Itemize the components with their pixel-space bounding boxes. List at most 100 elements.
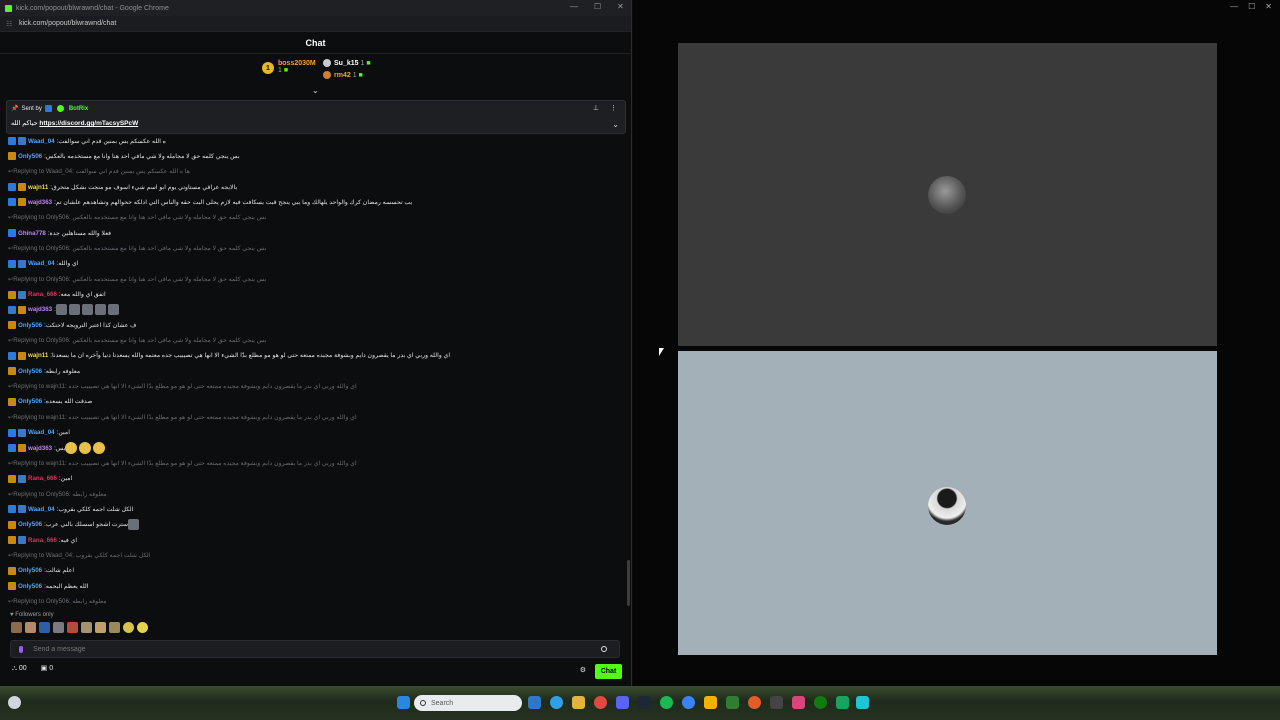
username[interactable]: Only506 bbox=[18, 153, 42, 160]
brave-icon[interactable] bbox=[748, 696, 761, 709]
weather-icon[interactable] bbox=[8, 696, 21, 709]
emote-icon[interactable] bbox=[123, 622, 134, 633]
participant-tile-2[interactable] bbox=[678, 351, 1217, 655]
settings-gear-icon[interactable]: ⚙ bbox=[580, 666, 586, 674]
app-icon[interactable] bbox=[726, 696, 739, 709]
username[interactable]: Only506 bbox=[18, 567, 42, 574]
reply-text: Replying to Only506: معلوفه رابطه bbox=[13, 490, 107, 498]
app-icon[interactable] bbox=[836, 696, 849, 709]
discord-icon[interactable] bbox=[616, 696, 629, 709]
expand-chevron-icon[interactable]: ⌄ bbox=[312, 86, 319, 95]
edge-icon[interactable] bbox=[550, 696, 563, 709]
emote-icon[interactable] bbox=[137, 622, 148, 633]
message-text: الكل شلت اجمه كلكي بقروب bbox=[58, 505, 134, 513]
emote-icon[interactable] bbox=[81, 622, 92, 633]
username[interactable]: Rana_666 bbox=[28, 475, 57, 482]
gift-icon: ■ bbox=[283, 67, 289, 74]
username[interactable]: Ghina778 bbox=[18, 230, 46, 237]
chrome-icon[interactable] bbox=[594, 696, 607, 709]
leader-2[interactable]: Su_k15 1 ■ bbox=[334, 60, 371, 67]
username[interactable]: Waad_04 bbox=[28, 138, 55, 145]
app-icon[interactable] bbox=[704, 696, 717, 709]
crown-badge-icon bbox=[8, 474, 16, 483]
username[interactable]: wajn11 bbox=[28, 352, 48, 359]
close-icon[interactable]: ✕ bbox=[1265, 2, 1272, 11]
username[interactable]: Only506 bbox=[18, 521, 42, 528]
gift-box-icon[interactable]: ▣ bbox=[41, 665, 48, 672]
messenger-icon[interactable] bbox=[682, 696, 695, 709]
username[interactable]: Waad_04 bbox=[28, 429, 55, 436]
chat-scrollbar[interactable] bbox=[627, 560, 630, 606]
subscriber-badge-icon bbox=[18, 428, 26, 437]
windows-start-icon[interactable] bbox=[397, 696, 410, 709]
emote-icon bbox=[128, 519, 140, 531]
username[interactable]: wajn11 bbox=[28, 184, 48, 191]
address-bar[interactable]: ☷ kick.com/popout/blwrawnd/chat bbox=[0, 16, 631, 32]
unpin-icon[interactable]: ⊥ bbox=[593, 104, 599, 112]
username[interactable]: wajd363 bbox=[28, 445, 52, 452]
og-badge-icon bbox=[8, 198, 16, 207]
og-badge-icon bbox=[8, 259, 16, 268]
taskbar-search[interactable]: Search bbox=[414, 695, 522, 711]
og-badge-icon bbox=[8, 428, 16, 437]
emote-icon[interactable] bbox=[53, 622, 64, 633]
maximize-icon[interactable]: ☐ bbox=[1248, 2, 1255, 11]
username[interactable]: Only506 bbox=[18, 398, 42, 405]
send-message-input[interactable] bbox=[33, 645, 593, 653]
participant-tile-1[interactable] bbox=[678, 43, 1217, 346]
points-icon[interactable]: ⛬ bbox=[12, 665, 17, 672]
reply-text: Replying to Only506: بس ينجي كلمه حق لا … bbox=[13, 214, 267, 222]
username[interactable]: wajd363 bbox=[28, 306, 52, 313]
crown-badge-icon bbox=[8, 290, 16, 299]
file-explorer-icon[interactable] bbox=[572, 696, 585, 709]
leader-1[interactable]: boss2030M 1 ■ bbox=[278, 60, 316, 74]
steam-icon[interactable] bbox=[638, 696, 651, 709]
username[interactable]: Only506 bbox=[18, 583, 42, 590]
app-icon[interactable] bbox=[856, 696, 869, 709]
emote-icon[interactable] bbox=[109, 622, 120, 633]
chat-message: wajd363: يب تحسسه رمضان كرك والواحد يلها… bbox=[8, 195, 620, 209]
emote-icon[interactable] bbox=[95, 622, 106, 633]
emoji-picker-icon[interactable] bbox=[601, 646, 607, 652]
emote-icon[interactable] bbox=[11, 622, 22, 633]
username[interactable]: Rana_666 bbox=[28, 291, 57, 298]
emote-icon[interactable] bbox=[39, 622, 50, 633]
maximize-icon[interactable]: ☐ bbox=[594, 2, 601, 11]
video-call-window: — ☐ ✕ bbox=[633, 0, 1280, 686]
pin-icon: 📌 bbox=[11, 106, 19, 112]
spotify-icon[interactable] bbox=[660, 696, 673, 709]
emote-icon bbox=[93, 442, 106, 454]
more-options-icon[interactable]: ⋮ bbox=[610, 104, 617, 112]
subscriber-badge-icon bbox=[18, 505, 26, 514]
leader-3-count: 1 bbox=[352, 72, 357, 79]
og-badge-icon bbox=[8, 351, 16, 360]
chat-send-button[interactable]: Chat bbox=[595, 664, 622, 679]
site-info-icon[interactable]: ☷ bbox=[6, 20, 14, 28]
reply-text: Replying to wajn11: اي والله وربي اي بدر… bbox=[13, 383, 357, 391]
collapse-chevron-icon[interactable]: ⌄ bbox=[612, 120, 619, 129]
username[interactable]: Waad_04 bbox=[28, 260, 55, 267]
reply-line: ↩ Replying to wajn11: اي والله وربي اي ب… bbox=[8, 380, 620, 394]
subscriber-badge-icon bbox=[18, 474, 26, 483]
leader-3[interactable]: rm42 1 ■ bbox=[334, 72, 363, 79]
crown-badge-icon bbox=[18, 198, 26, 207]
minimize-icon[interactable]: — bbox=[570, 2, 578, 11]
app-icon[interactable] bbox=[792, 696, 805, 709]
microphone-icon[interactable] bbox=[19, 645, 23, 653]
discord-link[interactable]: https://discord.gg/mTacsySPcW bbox=[39, 120, 138, 127]
obs-icon[interactable] bbox=[770, 696, 783, 709]
username[interactable]: wajd363 bbox=[28, 199, 52, 206]
emote-icon[interactable] bbox=[25, 622, 36, 633]
crown-badge-icon bbox=[8, 397, 16, 406]
username[interactable]: Waad_04 bbox=[28, 506, 55, 513]
task-view-icon[interactable] bbox=[528, 696, 541, 709]
emote-icon[interactable] bbox=[67, 622, 78, 633]
minimize-icon[interactable]: — bbox=[1230, 2, 1238, 11]
xbox-icon[interactable] bbox=[814, 696, 827, 709]
chat-message: Only506: صدقت الله يسعده bbox=[8, 395, 620, 409]
username[interactable]: Only506 bbox=[18, 368, 42, 375]
username[interactable]: Rana_666 bbox=[28, 537, 57, 544]
username[interactable]: Only506 bbox=[18, 322, 42, 329]
reply-line: ↩ Replying to Waad_04: الكل شلت اجمه كلك… bbox=[8, 548, 620, 562]
close-icon[interactable]: ✕ bbox=[617, 2, 624, 11]
